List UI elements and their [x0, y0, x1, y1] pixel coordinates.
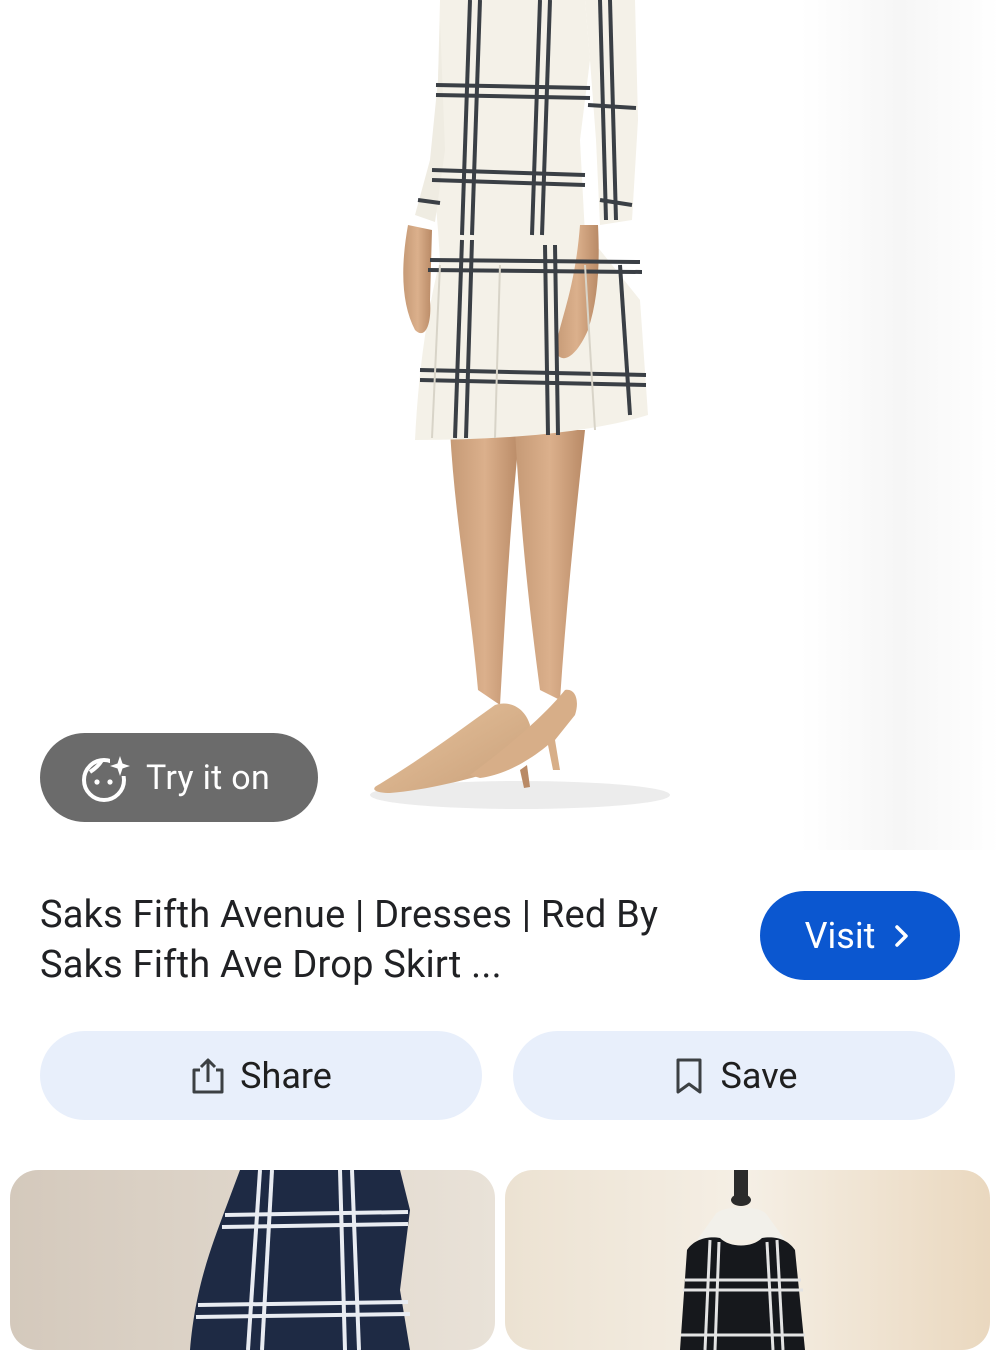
share-icon	[190, 1056, 226, 1096]
related-dress-image	[10, 1170, 495, 1350]
try-it-on-button[interactable]: Try it on	[40, 733, 318, 822]
share-label: Share	[240, 1054, 332, 1097]
related-dress-image	[505, 1170, 990, 1350]
visit-label: Visit	[804, 914, 876, 957]
related-result-card[interactable]	[505, 1170, 990, 1350]
share-button[interactable]: Share	[40, 1031, 482, 1120]
product-image[interactable]	[0, 0, 1000, 850]
bookmark-icon	[671, 1056, 707, 1096]
dress-photo	[0, 0, 1000, 850]
chevron-right-icon	[889, 923, 915, 949]
save-button[interactable]: Save	[513, 1031, 955, 1120]
try-it-on-label: Try it on	[146, 757, 271, 798]
product-title[interactable]: Saks Fifth Avenue | Dresses | Red By Sak…	[40, 890, 720, 990]
save-label: Save	[720, 1054, 798, 1097]
related-result-card[interactable]	[10, 1170, 495, 1350]
visit-button[interactable]: Visit	[760, 891, 960, 980]
face-sparkle-icon	[80, 752, 132, 804]
